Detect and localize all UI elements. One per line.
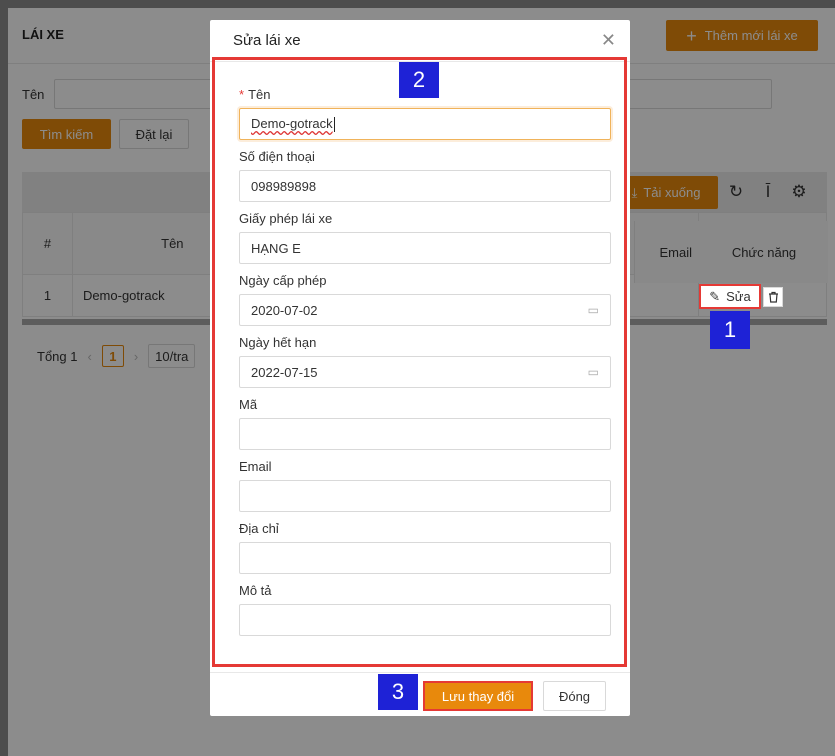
issue-date-label: Ngày cấp phép (239, 273, 327, 288)
text-caret (333, 117, 335, 133)
field-issue-date: Ngày cấp phép 2020-07-02 ▭ (239, 273, 611, 326)
name-input[interactable]: Demo-gotrack (239, 108, 611, 140)
trash-icon (768, 291, 778, 303)
license-value: HẠNG E (251, 240, 301, 256)
field-code: Mã (239, 397, 611, 450)
field-license: Giấy phép lái xe HẠNG E (239, 211, 611, 264)
field-description: Mô tả (239, 583, 611, 636)
phone-value: 098989898 (251, 178, 317, 194)
edit-label: Sửa (726, 289, 751, 304)
field-phone: Số điện thoại 098989898 (239, 149, 611, 202)
delete-button[interactable] (763, 287, 783, 307)
save-button[interactable]: Lưu thay đổi (423, 681, 533, 711)
description-input[interactable] (239, 604, 611, 636)
field-address: Địa chỉ (239, 521, 611, 574)
description-label: Mô tả (239, 583, 272, 598)
address-label: Địa chỉ (239, 521, 279, 536)
code-input[interactable] (239, 418, 611, 450)
edit-pencil-icon: ✎ (709, 288, 721, 304)
modal-footer: Lưu thay đổi Đóng (210, 672, 630, 716)
step-marker-2: 2 (399, 62, 439, 98)
name-value: Demo-gotrack (251, 115, 333, 131)
expiry-date-label: Ngày hết hạn (239, 335, 317, 350)
step-marker-3: 3 (378, 674, 418, 710)
email-label: Email (239, 459, 272, 474)
phone-input[interactable]: 098989898 (239, 170, 611, 202)
name-label-text: Tên (248, 87, 271, 102)
modal-title: Sửa lái xe (233, 32, 301, 49)
license-label: Giấy phép lái xe (239, 211, 333, 226)
calendar-icon: ▭ (587, 365, 599, 379)
modal-header: Sửa lái xe ✕ (210, 20, 630, 62)
expiry-date-value: 2022-07-15 (251, 364, 318, 380)
address-input[interactable] (239, 542, 611, 574)
license-input[interactable]: HẠNG E (239, 232, 611, 264)
email-input[interactable] (239, 480, 611, 512)
required-mark: * (239, 87, 245, 102)
close-icon[interactable]: ✕ (601, 30, 616, 51)
code-label: Mã (239, 397, 258, 412)
close-button[interactable]: Đóng (543, 681, 606, 711)
step-marker-1: 1 (710, 311, 750, 349)
edit-driver-modal: Sửa lái xe ✕ * Tên Demo-gotrack Số điện t… (210, 20, 630, 716)
expiry-date-picker[interactable]: 2022-07-15 ▭ (239, 356, 611, 388)
form-highlight: * Tên Demo-gotrack Số điện thoại 09898989… (212, 57, 627, 667)
field-expiry-date: Ngày hết hạn 2022-07-15 ▭ (239, 335, 611, 388)
phone-label: Số điện thoại (239, 149, 315, 164)
edit-button[interactable]: ✎ Sửa (699, 284, 761, 309)
issue-date-picker[interactable]: 2020-07-02 ▭ (239, 294, 611, 326)
calendar-icon: ▭ (587, 303, 599, 317)
field-email: Email (239, 459, 611, 512)
issue-date-value: 2020-07-02 (251, 302, 318, 318)
